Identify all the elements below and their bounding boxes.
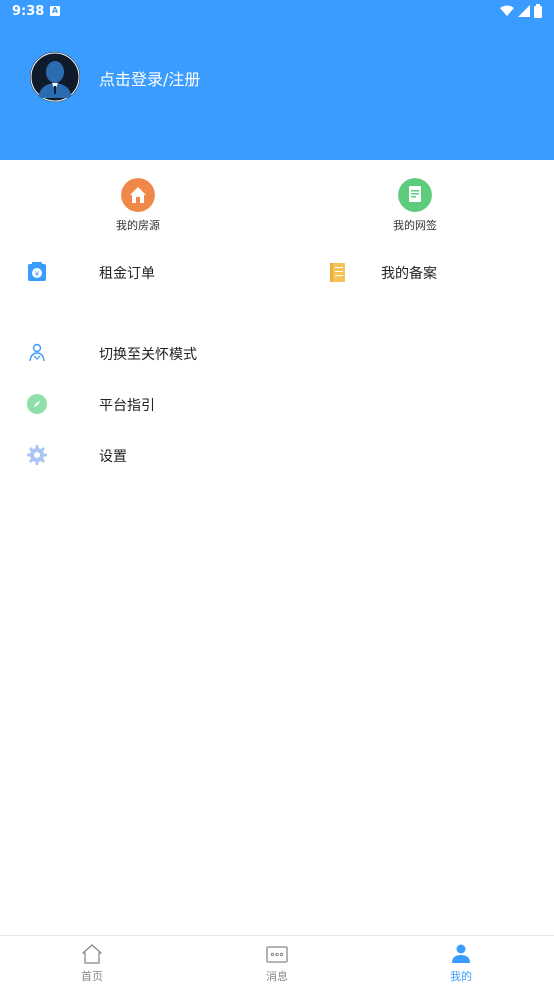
person-icon [452, 944, 470, 963]
nav-messages[interactable]: 消息 [237, 942, 317, 984]
my-filing-label: 我的备案 [381, 266, 437, 282]
notification-a-icon: A [50, 6, 60, 16]
my-listings-label: 我的房源 [116, 219, 160, 232]
my-online-signing-button[interactable]: 我的网签 [365, 178, 465, 233]
battery-icon [534, 4, 542, 18]
nav-mine[interactable]: 我的 [421, 942, 501, 984]
settings-label: 设置 [99, 449, 127, 465]
svg-text:¥: ¥ [35, 270, 40, 278]
status-icons [500, 4, 542, 18]
notebook-icon [330, 263, 345, 282]
user-silhouette-icon [30, 52, 80, 102]
home-icon [82, 944, 102, 964]
wifi-icon [500, 5, 514, 16]
bottom-navigation: 首页 消息 我的 [0, 935, 554, 986]
message-icon [266, 946, 288, 963]
gear-icon [27, 445, 47, 465]
avatar[interactable] [30, 52, 80, 102]
rent-orders-label: 租金订单 [99, 266, 155, 282]
nav-home-label: 首页 [81, 970, 103, 983]
platform-guide-item[interactable]: 平台指引 [27, 387, 527, 421]
elder-person-icon [29, 343, 45, 362]
compass-icon [27, 394, 47, 414]
nav-mine-label: 我的 [450, 970, 472, 983]
nav-home[interactable]: 首页 [52, 942, 132, 984]
login-register-link[interactable]: 点击登录/注册 [99, 66, 200, 90]
app-root: 9:38 A 点击登录/注册 我的房源 我的网签 ¥ 租金订单 我的备案 切换至… [0, 0, 554, 986]
care-mode-item[interactable]: 切换至关怀模式 [27, 336, 527, 370]
my-listings-button[interactable]: 我的房源 [88, 178, 188, 233]
status-time: 9:38 [12, 4, 45, 19]
care-mode-label: 切换至关怀模式 [99, 347, 197, 363]
yuan-card-icon: ¥ [28, 262, 46, 281]
rent-orders-item[interactable]: ¥ 租金订单 [27, 255, 277, 289]
platform-guide-label: 平台指引 [99, 398, 155, 414]
settings-item[interactable]: 设置 [27, 438, 527, 472]
profile-header: 9:38 A 点击登录/注册 [0, 0, 554, 160]
signal-icon [518, 5, 530, 17]
my-filing-item[interactable]: 我的备案 [327, 255, 527, 289]
document-icon [398, 178, 432, 212]
house-icon [121, 178, 155, 212]
my-online-signing-label: 我的网签 [393, 219, 437, 232]
nav-messages-label: 消息 [266, 970, 288, 983]
status-bar: 9:38 A [0, 0, 554, 24]
